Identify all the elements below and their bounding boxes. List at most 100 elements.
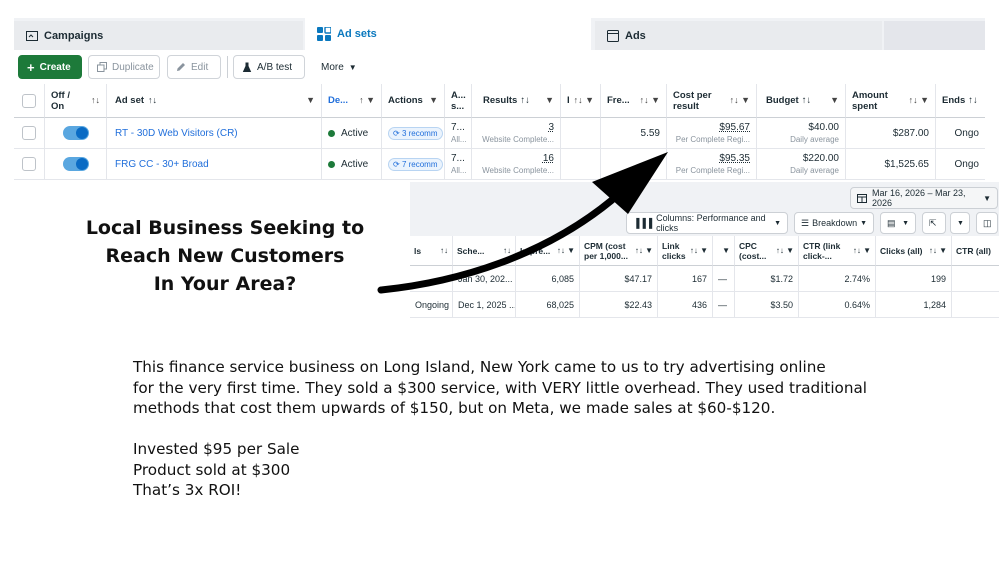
- columns-label: Columns: Performance and clicks: [656, 213, 766, 233]
- tab-campaigns-label: Campaigns: [44, 29, 104, 42]
- header-frequency[interactable]: Fre... ↑↓ ▼: [601, 84, 667, 118]
- headline-line-2: Reach New Customers: [105, 245, 345, 267]
- tab-ads[interactable]: Ads: [595, 21, 882, 50]
- header-ctr-all[interactable]: CTR (all): [952, 236, 999, 266]
- select-all-checkbox[interactable]: [22, 93, 36, 108]
- attribution-sub: All...: [451, 135, 467, 144]
- more-button[interactable]: More ▼: [312, 55, 364, 79]
- tab-campaigns[interactable]: Campaigns: [14, 21, 303, 50]
- results-value: 3: [548, 122, 554, 133]
- duplicate-button[interactable]: Duplicate: [88, 55, 160, 79]
- ad-set-name[interactable]: RT - 30D Web Visitors (CR): [107, 118, 322, 149]
- ctr-cell: 2.74%: [799, 266, 876, 292]
- caret-down-icon: ▼: [860, 219, 867, 227]
- reports-button[interactable]: ▤ ▼: [880, 212, 916, 234]
- headline-line-3: In Your Area?: [153, 273, 297, 295]
- header-ad-set[interactable]: Ad set ↑↓ ▼: [107, 84, 322, 118]
- header-select-all[interactable]: [14, 84, 45, 118]
- amount-spent-value: $1,525.65: [884, 158, 930, 170]
- header-cpc[interactable]: CPC (cost... ↑↓ ▼: [735, 236, 799, 266]
- columns-button[interactable]: ▐▐▐ Columns: Performance and clicks ▼: [626, 212, 788, 234]
- sort-icon: ↑↓ ▼: [556, 245, 575, 255]
- sort-icon: ↑↓ ▼: [573, 95, 594, 105]
- row-toggle[interactable]: [45, 149, 107, 180]
- export-button[interactable]: ⇱: [922, 212, 946, 234]
- tab-ad-sets[interactable]: Ad sets: [305, 18, 591, 50]
- recommendations[interactable]: ⟳ 3 recomm: [382, 118, 445, 149]
- cpc-value: $1.72: [770, 273, 793, 284]
- header-ends-label: ls: [414, 245, 422, 256]
- header-off-on-label: Off / On: [51, 89, 70, 112]
- amount-spent-value: $287.00: [892, 127, 929, 139]
- ctr-all-cell: [952, 292, 999, 318]
- results-sub: Website Complete...: [482, 166, 554, 175]
- cost-per-result-value: $95.67: [719, 122, 750, 133]
- header-link-clicks[interactable]: Link clicks ↑↓ ▼: [658, 236, 713, 266]
- cost-per-result-cell: $95.67 Per Complete Regi...: [667, 118, 757, 149]
- link-clicks-cell: 167: [658, 266, 713, 292]
- on-off-toggle[interactable]: [62, 157, 89, 171]
- on-off-toggle[interactable]: [62, 126, 89, 140]
- header-impressions-label: Impre...: [520, 245, 551, 256]
- schedule-cell: Jan 30, 202...: [453, 266, 516, 292]
- ad-page-icon: [607, 29, 619, 42]
- attribution-cell: 7... All...: [445, 149, 472, 180]
- cpm-cell: $22.43: [580, 292, 658, 318]
- ab-test-button[interactable]: A/B test: [233, 55, 305, 79]
- header-cpm-label: CPM (cost per 1,000...: [584, 240, 628, 261]
- export-menu-button[interactable]: ▼: [950, 212, 970, 234]
- header-cpm[interactable]: CPM (cost per 1,000... ↑↓ ▼: [580, 236, 658, 266]
- chart-icon: ◫: [983, 217, 992, 228]
- header-ad-set-label: Ad set: [115, 95, 145, 106]
- link-clicks-value: 436: [691, 299, 707, 310]
- header-ends[interactable]: Ends ↑↓: [936, 84, 985, 118]
- header-attribution[interactable]: A... s...: [445, 84, 472, 118]
- chart-button[interactable]: ◫: [976, 212, 998, 234]
- cost-per-result-cell: $95.35 Per Complete Regi...: [667, 149, 757, 180]
- date-range-picker[interactable]: Mar 16, 2026 – Mar 23, 2026 ▼: [850, 187, 998, 209]
- caret-down-icon: ▼: [902, 219, 909, 227]
- recommendations[interactable]: ⟳ 7 recomm: [382, 149, 445, 180]
- header-delivery[interactable]: De... ↑ ▼: [322, 84, 382, 118]
- header-schedule[interactable]: Sche... ↑↓: [453, 236, 516, 266]
- caret-down-icon: ▼: [957, 219, 964, 227]
- plus-icon: +: [27, 59, 35, 75]
- sort-icon: ↑↓ ▼: [928, 245, 947, 255]
- header-impressions[interactable]: Impre... ↑↓ ▼: [516, 236, 580, 266]
- row-toggle[interactable]: [45, 118, 107, 149]
- ctr-value: 2.74%: [844, 273, 870, 284]
- edit-button[interactable]: Edit: [167, 55, 221, 79]
- ad-set-name-link[interactable]: RT - 30D Web Visitors (CR): [115, 128, 238, 139]
- header-col-i[interactable]: I ↑↓ ▼: [561, 84, 601, 118]
- ends-value: Ongo: [954, 127, 979, 139]
- header-results[interactable]: Results ↑↓ ▼: [472, 84, 561, 118]
- recommendations-badge[interactable]: ⟳ 3 recomm: [388, 126, 443, 140]
- dash-value: —: [718, 273, 727, 284]
- sort-icon: ↑↓: [968, 95, 978, 106]
- attribution-cell: 7... All...: [445, 118, 472, 149]
- ad-set-name[interactable]: FRG CC - 30+ Broad: [107, 149, 322, 180]
- row-checkbox[interactable]: [22, 157, 36, 171]
- status-dot: [328, 160, 335, 168]
- row-checkbox[interactable]: [22, 126, 36, 140]
- duplicate-icon: [97, 62, 107, 72]
- header-dash-col[interactable]: ▼: [713, 236, 735, 266]
- header-ctr[interactable]: CTR (link click-... ↑↓ ▼: [799, 236, 876, 266]
- recommendations-badge[interactable]: ⟳ 7 recomm: [388, 157, 443, 171]
- sort-icon: ↑↓ ▼: [729, 95, 750, 105]
- header-off-on[interactable]: Off / On ↑↓: [45, 84, 107, 118]
- header-actions[interactable]: Actions ▼: [382, 84, 445, 118]
- flask-icon: [242, 62, 252, 73]
- ad-set-name-link[interactable]: FRG CC - 30+ Broad: [115, 159, 209, 170]
- delivery-status: Active: [322, 149, 382, 180]
- header-cost-per-result[interactable]: Cost per result ↑↓ ▼: [667, 84, 757, 118]
- budget-value: $220.00: [802, 153, 839, 164]
- header-clicks-all[interactable]: Clicks (all) ↑↓ ▼: [876, 236, 952, 266]
- create-button[interactable]: + Create: [18, 55, 82, 79]
- row-select[interactable]: [14, 149, 45, 180]
- header-amount-spent[interactable]: Amount spent ↑↓ ▼: [846, 84, 936, 118]
- header-ends[interactable]: ls ↑↓: [410, 236, 453, 266]
- row-select[interactable]: [14, 118, 45, 149]
- header-budget[interactable]: Budget ↑↓ ▼: [757, 84, 846, 118]
- breakdown-button[interactable]: ☰ Breakdown ▼: [794, 212, 874, 234]
